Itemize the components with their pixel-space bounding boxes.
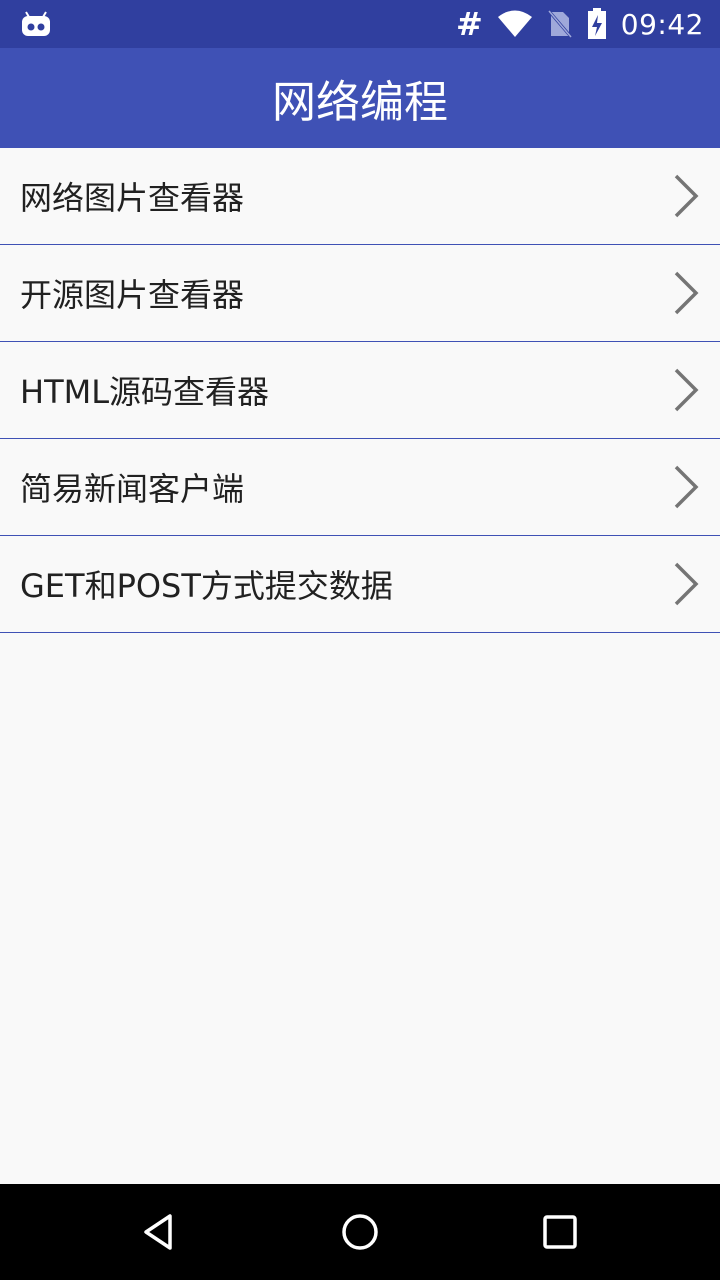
navigation-bar xyxy=(0,1184,720,1280)
chevron-right-icon xyxy=(674,271,699,315)
list-item-open-source-image-viewer[interactable]: 开源图片查看器 xyxy=(0,245,720,342)
android-debug-icon xyxy=(22,11,50,36)
chevron-right-icon xyxy=(674,562,699,606)
no-sim-icon xyxy=(546,9,573,39)
list-item-network-image-viewer[interactable]: 网络图片查看器 xyxy=(0,148,720,245)
menu-list: 网络图片查看器 开源图片查看器 HTML源码查看器 简易新闻客户端 GET和PO… xyxy=(0,148,720,633)
back-icon[interactable] xyxy=(136,1208,184,1256)
hash-icon: # xyxy=(455,5,483,43)
list-item-label: 开源图片查看器 xyxy=(20,276,245,314)
status-bar: # 09:42 xyxy=(0,0,720,48)
wifi-icon xyxy=(497,10,532,37)
status-time: 09:42 xyxy=(620,7,704,41)
chevron-right-icon xyxy=(674,368,699,412)
list-item-simple-news-client[interactable]: 简易新闻客户端 xyxy=(0,439,720,536)
battery-charging-icon xyxy=(587,8,606,39)
list-item-label: HTML源码查看器 xyxy=(20,373,270,411)
page-title: 网络编程 xyxy=(272,77,448,128)
list-item-html-source-viewer[interactable]: HTML源码查看器 xyxy=(0,342,720,439)
chevron-right-icon xyxy=(674,465,699,509)
home-icon[interactable] xyxy=(336,1208,384,1256)
list-item-label: GET和POST方式提交数据 xyxy=(20,567,393,605)
app-bar: 网络编程 xyxy=(0,48,720,148)
list-item-label: 简易新闻客户端 xyxy=(20,470,245,508)
recents-icon[interactable] xyxy=(536,1208,584,1256)
list-item-get-post-submit[interactable]: GET和POST方式提交数据 xyxy=(0,536,720,633)
chevron-right-icon xyxy=(674,174,699,218)
list-item-label: 网络图片查看器 xyxy=(20,179,245,217)
